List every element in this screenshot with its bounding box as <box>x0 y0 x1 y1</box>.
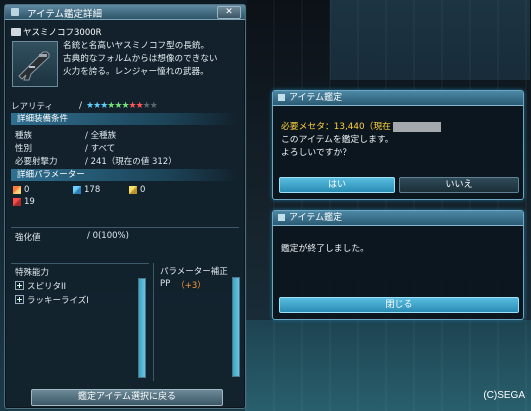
star-icon: ★ <box>93 101 101 111</box>
requirement-key: 性別 <box>15 144 33 154</box>
confirm-dialog-body: 必要メセタ：13,440（現在 このアイテムを鑑定します。 よろしいですか？ <box>281 121 441 160</box>
copyright-text: (C)SEGA <box>483 390 525 401</box>
param-def-value: 19 <box>24 196 35 207</box>
param-tech: 0 <box>129 185 189 195</box>
param-attack: 0 <box>13 185 73 195</box>
rarity-separator: / <box>79 101 83 111</box>
star-icon: ★ <box>100 101 108 111</box>
params-header: 詳細パラメーター <box>11 169 239 181</box>
no-button[interactable]: いいえ <box>399 177 519 193</box>
expand-icon <box>15 281 24 290</box>
item-name: ヤスミノコフ3000R <box>23 27 102 38</box>
requirement-value: / 241（現在の値 312） <box>85 157 177 167</box>
star-icon: ★ <box>86 101 94 111</box>
param-shoot: 178 <box>73 185 129 195</box>
grind-row: 強化値 / 0(100%) <box>11 227 239 243</box>
background-stripes <box>245 0 531 411</box>
close-button[interactable]: ✕ <box>217 6 241 19</box>
star-icon: ★ <box>135 101 144 111</box>
requirement-row: 性別 / すべて <box>15 142 235 154</box>
param-mod-header: パラメーター補正 <box>160 267 228 277</box>
panel-title: アイテム鑑定詳細 <box>27 9 103 20</box>
params-row: 0 178 0 <box>13 184 239 195</box>
star-icon: ★ <box>114 101 122 111</box>
expand-icon <box>15 295 24 304</box>
item-appraisal-detail-panel: アイテム鑑定詳細 ✕ ヤスミノコフ3000R 名銃と名高いヤスミノコフ型の長銃。… <box>4 4 246 409</box>
complete-dialog-title: アイテム鑑定 <box>273 211 523 226</box>
ability-item[interactable]: ラッキーライズI <box>15 294 89 306</box>
rarity-stars: ★ ★ ★ ★ ★ ★ ★ ★ ★ ★ <box>86 101 158 111</box>
requirement-value: / すべて <box>85 144 116 154</box>
param-mod-area: パラメーター補正 PP （+3） <box>153 263 242 381</box>
abilities-header: 特殊能力 <box>15 268 50 278</box>
item-description: 名銃と名高いヤスミノコフ型の長銃。 古典的なフォルムからは想像のできない 火力を… <box>63 40 243 79</box>
param-shoot-value: 178 <box>84 184 101 195</box>
star-icon: ★ <box>107 101 115 111</box>
title-bullet-icon <box>11 8 19 16</box>
complete-message: 鑑定が終了しました。 <box>281 244 369 254</box>
complete-title-text: アイテム鑑定 <box>289 213 343 223</box>
ability-name: ラッキーライズI <box>27 295 89 306</box>
rarity-row: レアリティ / ★ ★ ★ ★ ★ ★ ★ ★ ★ ★ <box>11 100 241 112</box>
close-dialog-button[interactable]: 閉じる <box>279 297 519 313</box>
grind-label: 強化値 <box>15 233 41 243</box>
star-icon: ★ <box>149 101 158 111</box>
requirement-key: 必要射撃力 <box>15 157 58 167</box>
star-icon: ★ <box>128 101 137 111</box>
requirement-key: 種族 <box>15 131 33 141</box>
mesta-cost: 必要メセタ：13,440（現在 <box>281 122 391 132</box>
fist-icon <box>13 197 21 206</box>
title-bullet-icon <box>278 94 285 101</box>
description-line: 名銃と名高いヤスミノコフ型の長銃。 <box>63 41 210 51</box>
yes-button[interactable]: はい <box>279 177 395 193</box>
item-image <box>12 41 58 87</box>
complete-dialog: アイテム鑑定 鑑定が終了しました。 閉じる <box>272 210 524 320</box>
gun-icon <box>73 185 81 194</box>
param-mod-value: （+3） <box>176 281 206 291</box>
requirement-value: / 全種族 <box>85 131 117 141</box>
ability-item[interactable]: スピリタII <box>15 280 67 292</box>
back-to-selection-button[interactable]: 鑑定アイテム選択に戻る <box>31 389 223 406</box>
star-icon: ★ <box>142 101 151 111</box>
rifle-icon <box>18 51 50 81</box>
sword-icon <box>13 185 21 194</box>
param-mod-row: PP （+3） <box>160 279 206 291</box>
title-bullet-icon <box>278 214 285 221</box>
star-icon: ★ <box>121 101 129 111</box>
rod-icon <box>129 185 137 194</box>
confirm-title-text: アイテム鑑定 <box>289 93 343 103</box>
description-line: 古典的なフォルムからは想像のできない <box>63 54 218 64</box>
param-mod-scroll-thumb[interactable] <box>233 278 239 376</box>
ability-name: スピリタII <box>27 281 67 292</box>
confirm-dialog-title: アイテム鑑定 <box>273 91 523 106</box>
redacted-current-mesta <box>392 121 441 132</box>
abilities-area: 特殊能力 スピリタII ラッキーライズI <box>11 263 149 382</box>
requirements-header: 詳細装備条件 <box>11 113 239 125</box>
param-mod-name: PP <box>160 279 171 289</box>
item-name-row: ヤスミノコフ3000R <box>11 25 131 38</box>
description-line: 火力を誇る。レンジャー憧れの武器。 <box>63 67 209 77</box>
requirement-row: 必要射撃力 / 241（現在の値 312） <box>15 155 235 167</box>
param-mod-scrollbar[interactable] <box>232 277 240 377</box>
param-def: 19 <box>13 197 73 207</box>
rifle-category-icon <box>11 27 21 36</box>
rarity-label: レアリティ <box>11 102 53 112</box>
abilities-scroll-thumb[interactable] <box>139 279 145 377</box>
requirement-row: 種族 / 全種族 <box>15 129 235 141</box>
confirm-line: このアイテムを鑑定します。 <box>281 135 394 145</box>
confirm-line: よろしいですか？ <box>281 148 352 158</box>
params-row: 19 <box>13 196 239 207</box>
abilities-scrollbar[interactable] <box>138 278 146 378</box>
param-tech-value: 0 <box>140 184 146 195</box>
grind-value: / 0(100%) <box>87 231 129 241</box>
confirm-dialog: アイテム鑑定 必要メセタ：13,440（現在 このアイテムを鑑定します。 よろし… <box>272 90 524 200</box>
param-attack-value: 0 <box>24 184 30 195</box>
panel-titlebar: アイテム鑑定詳細 ✕ <box>5 5 245 20</box>
